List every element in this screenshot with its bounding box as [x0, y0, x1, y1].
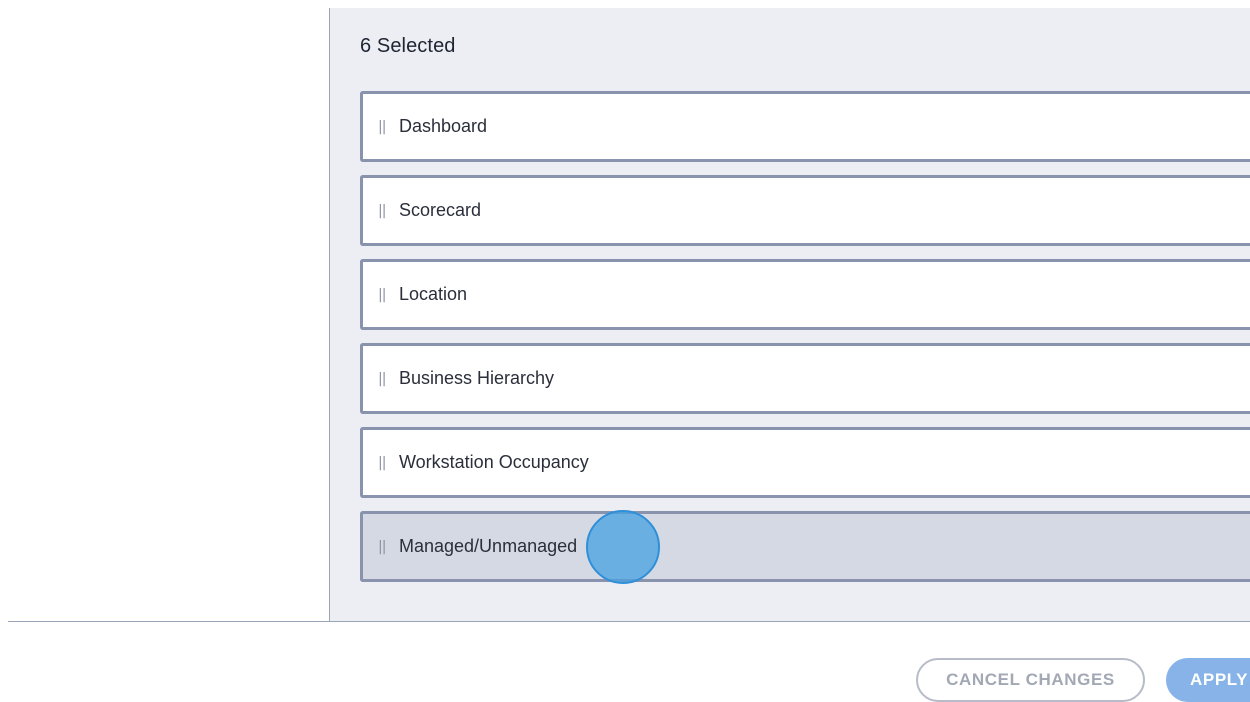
- drag-handle-icon[interactable]: ||: [378, 119, 388, 135]
- left-panel: [0, 8, 330, 621]
- list-item-managed-unmanaged[interactable]: || Managed/Unmanaged: [360, 511, 1250, 582]
- selected-count: 6 Selected: [360, 35, 456, 57]
- list-item-label: Business Hierarchy: [399, 368, 555, 388]
- list-item-business-hierarchy[interactable]: || Business Hierarchy: [360, 343, 1250, 414]
- list-item-dashboard[interactable]: || Dashboard: [360, 91, 1250, 162]
- footer-bar: CANCEL CHANGES APPLY: [0, 622, 1250, 702]
- list-item-location[interactable]: || Location: [360, 259, 1250, 330]
- drag-handle-icon[interactable]: ||: [378, 539, 388, 555]
- selected-items-list: || Dashboard || Scorecard || Location ||…: [360, 91, 1250, 595]
- list-item-label: Dashboard: [399, 116, 488, 136]
- list-item-label: Scorecard: [399, 200, 482, 220]
- list-item-workstation-occupancy[interactable]: || Workstation Occupancy: [360, 427, 1250, 498]
- drag-handle-icon[interactable]: ||: [378, 371, 388, 387]
- list-item-scorecard[interactable]: || Scorecard: [360, 175, 1250, 246]
- drag-handle-icon[interactable]: ||: [378, 287, 388, 303]
- list-item-label: Managed/Unmanaged: [399, 536, 578, 556]
- selected-items-panel: 6 Selected || Dashboard || Scorecard || …: [330, 8, 1250, 621]
- list-item-label: Workstation Occupancy: [399, 452, 589, 472]
- cancel-changes-button[interactable]: CANCEL CHANGES: [916, 658, 1145, 702]
- drag-handle-icon[interactable]: ||: [378, 455, 388, 471]
- apply-button[interactable]: APPLY: [1166, 658, 1250, 702]
- list-item-label: Location: [399, 284, 468, 304]
- drag-handle-icon[interactable]: ||: [378, 203, 388, 219]
